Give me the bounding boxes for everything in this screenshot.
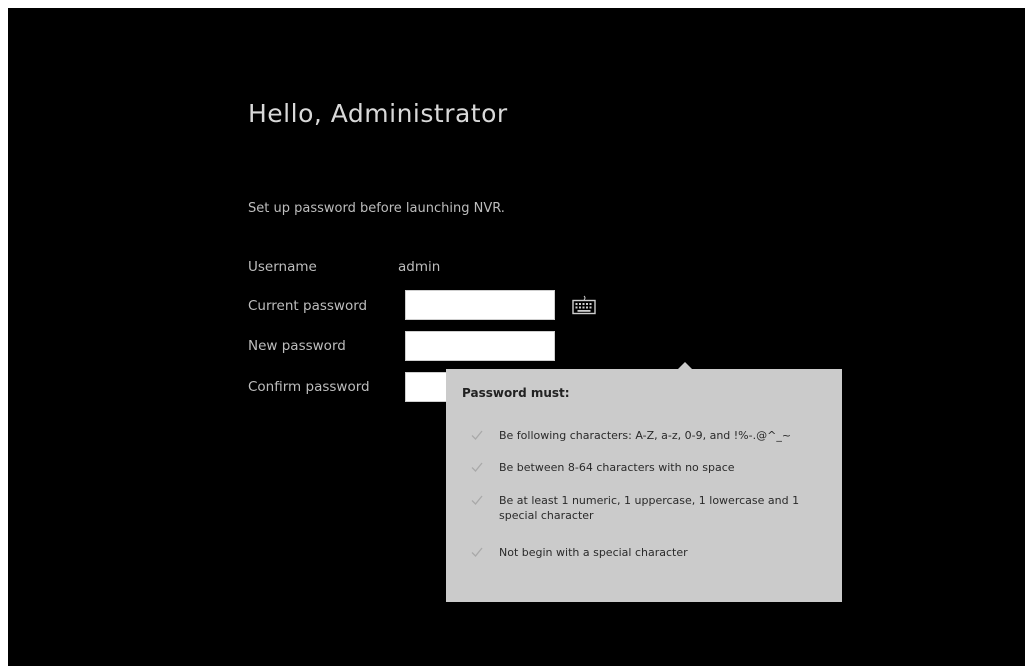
check-icon	[471, 547, 483, 557]
tooltip-title: Password must:	[462, 386, 570, 400]
new-password-input[interactable]	[405, 331, 555, 361]
check-icon	[471, 430, 483, 440]
password-rule: Be at least 1 numeric, 1 uppercase, 1 lo…	[470, 493, 820, 523]
rule-text: Be at least 1 numeric, 1 uppercase, 1 lo…	[499, 494, 800, 522]
check-icon	[471, 495, 483, 505]
rule-text: Be between 8-64 characters with no space	[499, 461, 735, 474]
setup-screen: Hello, Administrator Set up password bef…	[8, 8, 1025, 666]
username-value: admin	[398, 259, 441, 275]
new-password-label: New password	[248, 338, 346, 354]
confirm-password-label: Confirm password	[248, 379, 370, 395]
password-rule: Be following characters: A-Z, a-z, 0-9, …	[470, 428, 820, 443]
password-rule: Be between 8-64 characters with no space	[470, 460, 820, 475]
password-requirements-tooltip: Password must: Be following characters: …	[446, 362, 842, 602]
keyboard-icon[interactable]	[571, 294, 597, 316]
page-title: Hello, Administrator	[248, 99, 508, 128]
current-password-input[interactable]	[405, 290, 555, 320]
check-icon	[471, 462, 483, 472]
current-password-label: Current password	[248, 298, 368, 314]
rule-text: Be following characters: A-Z, a-z, 0-9, …	[499, 429, 792, 442]
username-label: Username	[248, 259, 317, 275]
setup-instruction: Set up password before launching NVR.	[248, 201, 505, 216]
tooltip-arrow	[678, 362, 692, 369]
rule-text: Not begin with a special character	[499, 546, 688, 559]
password-rule: Not begin with a special character	[470, 545, 820, 560]
